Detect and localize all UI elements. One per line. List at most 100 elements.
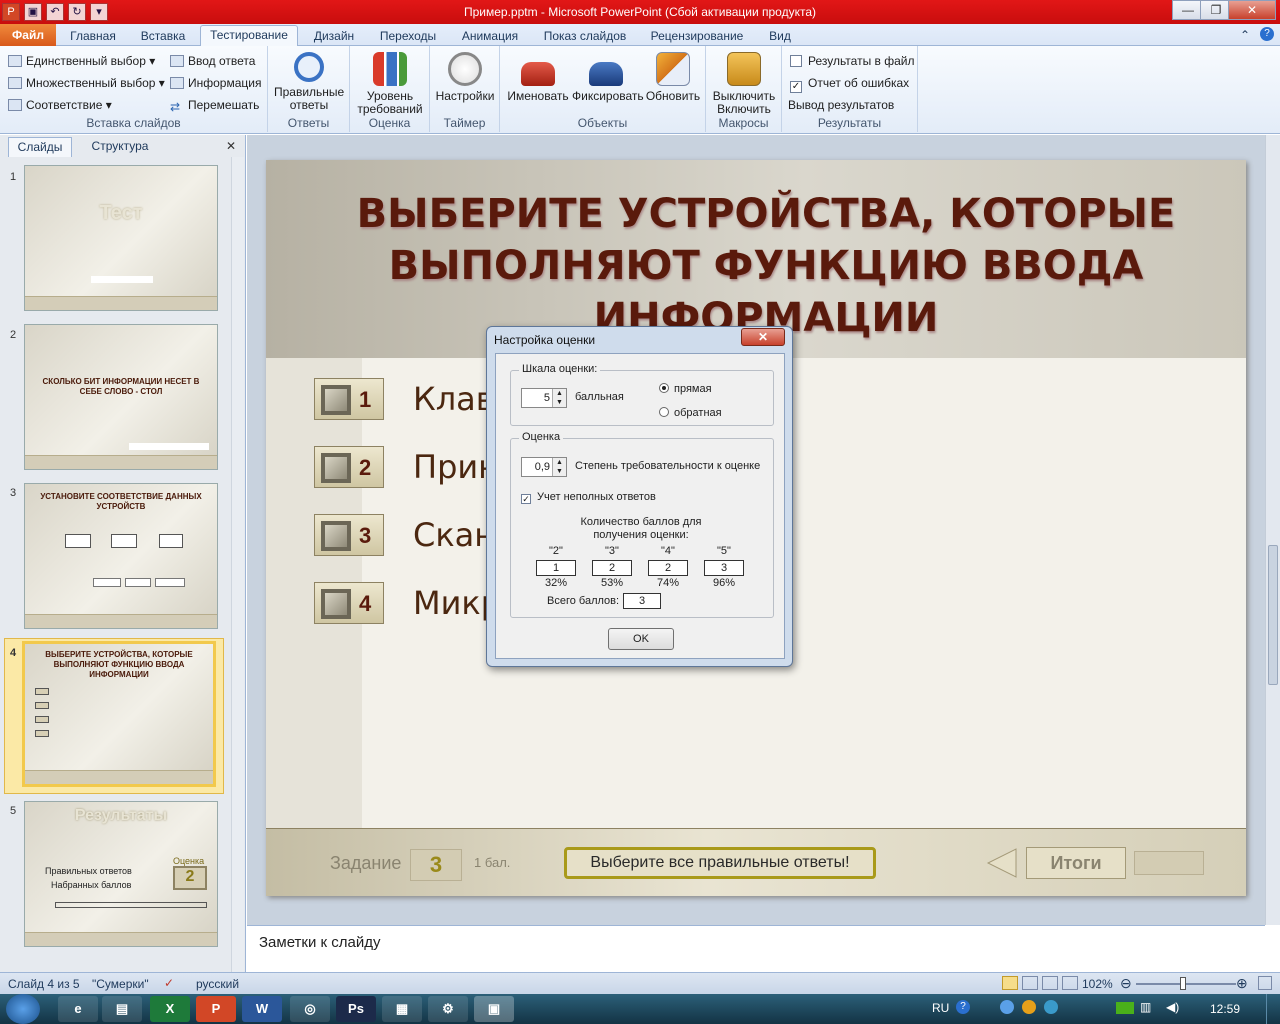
match-box xyxy=(93,578,121,587)
app-icon[interactable]: ◎ xyxy=(290,996,330,1022)
tray-icon[interactable] xyxy=(1044,1000,1058,1014)
spinner-arrows-icon[interactable]: ▲ ▼ xyxy=(552,458,566,476)
powerpoint-taskbar-icon[interactable]: P xyxy=(196,996,236,1022)
strictness-spinner[interactable]: 0,9 ▲ ▼ xyxy=(521,457,567,477)
information-button[interactable]: Информация xyxy=(170,76,261,90)
grade-points-input[interactable]: 2 xyxy=(648,560,688,576)
tab-view[interactable]: Вид xyxy=(760,27,800,46)
timer-settings-button[interactable]: Настройки xyxy=(432,52,498,103)
help-tray-icon[interactable]: ? xyxy=(956,1000,970,1014)
slide-thumbnail-2[interactable]: СКОЛЬКО БИТ ИНФОРМАЦИИ НЕСЕТ В СЕБЕ СЛОВ… xyxy=(24,324,218,470)
zoom-level[interactable]: 102% xyxy=(1082,977,1113,991)
nvidia-icon[interactable] xyxy=(1116,1002,1134,1014)
tab-design[interactable]: Дизайн xyxy=(304,27,364,46)
tab-transitions[interactable]: Переходы xyxy=(372,27,444,46)
close-pane-icon[interactable]: ✕ xyxy=(226,139,236,153)
slide-thumbnail-5[interactable]: Результаты Оценка Правильных ответов Наб… xyxy=(24,801,218,947)
ie-icon[interactable]: e xyxy=(58,996,98,1022)
direct-radio[interactable]: прямая xyxy=(659,383,712,395)
partial-answers-checkbox[interactable]: ✓ Учет неполных ответов xyxy=(521,491,656,504)
match-button[interactable]: Соответствие ▾ xyxy=(8,98,112,112)
results-to-file-checkbox[interactable]: Результаты в файл xyxy=(790,54,915,68)
option-box-4[interactable]: 4 xyxy=(314,582,384,624)
ok-button[interactable]: OK xyxy=(608,628,674,650)
grade-percent: 32% xyxy=(544,577,568,589)
tab-file[interactable]: Файл xyxy=(0,24,56,46)
fit-window-icon[interactable] xyxy=(1258,976,1272,990)
grade-points-input[interactable]: 2 xyxy=(592,560,632,576)
reading-view-icon[interactable] xyxy=(1042,976,1058,990)
language-label[interactable]: русский xyxy=(196,977,239,991)
tab-slideshow[interactable]: Показ слайдов xyxy=(536,27,634,46)
toggle-macros-button[interactable]: Выключить Включить xyxy=(710,52,778,116)
close-window-button[interactable]: ✕ xyxy=(1228,0,1276,20)
explorer-icon[interactable]: ▤ xyxy=(102,996,142,1022)
scroll-thumb[interactable] xyxy=(1268,545,1278,685)
start-button[interactable] xyxy=(6,994,40,1024)
tool-icon[interactable]: ⚙ xyxy=(428,996,468,1022)
slideshow-icon[interactable] xyxy=(1062,976,1078,990)
zoom-slider-thumb[interactable] xyxy=(1180,977,1186,990)
zoom-slider[interactable] xyxy=(1136,983,1236,985)
tab-home[interactable]: Главная xyxy=(62,27,124,46)
clock[interactable]: 12:59 xyxy=(1210,1002,1240,1016)
slide-thumbnail-4[interactable]: ВЫБЕРИТЕ УСТРОЙСТВА, КОТОРЫЕ ВЫПОЛНЯЮТ Ф… xyxy=(22,641,216,787)
multiple-choice-button[interactable]: Множественный выбор ▾ xyxy=(8,76,165,90)
group-label: Вставка слайдов xyxy=(86,116,181,130)
volume-icon[interactable]: ◀) xyxy=(1166,1000,1179,1014)
slides-scrollbar[interactable] xyxy=(231,157,244,972)
dialog-close-button[interactable]: ✕ xyxy=(741,328,785,346)
grade-points-input[interactable]: 3 xyxy=(704,560,744,576)
excel-icon[interactable]: X xyxy=(150,996,190,1022)
input-language[interactable]: RU xyxy=(932,1001,949,1015)
slide-thumbnail-1[interactable]: Тест xyxy=(24,165,218,311)
option-box-1[interactable]: 1 xyxy=(314,378,384,420)
tab-slides[interactable]: Слайды xyxy=(8,137,72,157)
word-icon[interactable]: W xyxy=(242,996,282,1022)
results-button[interactable]: Итоги xyxy=(1026,847,1126,879)
option-box-2[interactable]: 2 xyxy=(314,446,384,488)
active-app-icon[interactable]: ▣ xyxy=(474,996,514,1022)
help-icon[interactable]: ? xyxy=(1260,27,1274,41)
answer-input-button[interactable]: Ввод ответа xyxy=(170,54,255,68)
option-box-3[interactable]: 3 xyxy=(314,514,384,556)
show-desktop-button[interactable] xyxy=(1266,994,1280,1024)
next-button-blank[interactable] xyxy=(1134,851,1204,875)
error-report-checkbox[interactable]: ✓ Отчет об ошибках xyxy=(790,76,909,93)
notes-text[interactable]: Заметки к слайду xyxy=(259,934,381,951)
calculator-icon[interactable]: ▦ xyxy=(382,996,422,1022)
zoom-out-icon[interactable]: ⊖ xyxy=(1120,976,1132,990)
fix-button[interactable]: Фиксировать xyxy=(572,52,644,103)
tab-insert[interactable]: Вставка xyxy=(130,27,196,46)
option-checkbox-icon xyxy=(321,385,351,415)
thumbnail-grade-value: 2 xyxy=(173,866,207,890)
zoom-in-icon[interactable]: ⊕ xyxy=(1236,976,1248,990)
refresh-button[interactable]: Обновить xyxy=(642,52,704,103)
network-icon[interactable]: ▥ xyxy=(1140,1000,1151,1014)
tab-testing[interactable]: Тестирование xyxy=(200,25,298,47)
single-choice-button[interactable]: Единственный выбор ▾ xyxy=(8,54,155,68)
spinner-arrows-icon[interactable]: ▲ ▼ xyxy=(552,389,566,407)
tab-review[interactable]: Рецензирование xyxy=(642,27,752,46)
normal-view-icon[interactable] xyxy=(1002,976,1018,990)
spellcheck-icon[interactable]: ✓ xyxy=(164,976,174,990)
tab-animation[interactable]: Анимация xyxy=(452,27,528,46)
correct-answers-button[interactable]: Правильные ответы xyxy=(274,52,344,112)
tab-outline[interactable]: Структура xyxy=(80,137,160,157)
shuffle-button[interactable]: ⇄ Перемешать xyxy=(170,98,259,114)
editor-scrollbar[interactable] xyxy=(1265,135,1280,925)
prev-arrow-icon[interactable] xyxy=(986,847,1018,879)
notes-pane[interactable]: Заметки к слайду xyxy=(247,925,1265,972)
scale-spinner[interactable]: 5 ▲ ▼ xyxy=(521,388,567,408)
tray-icon[interactable] xyxy=(1022,1000,1036,1014)
photoshop-icon[interactable]: Ps xyxy=(336,996,376,1022)
slide-thumbnail-3[interactable]: УСТАНОВИТЕ СООТВЕТСТВИЕ ДАННЫХ УСТРОЙСТВ xyxy=(24,483,218,629)
reverse-radio[interactable]: обратная xyxy=(659,407,722,419)
grade-points-input[interactable]: 1 xyxy=(536,560,576,576)
results-output-button[interactable]: Вывод результатов xyxy=(788,98,894,112)
slide-sorter-icon[interactable] xyxy=(1022,976,1038,990)
tray-icon[interactable] xyxy=(1000,1000,1014,1014)
minimize-ribbon-icon[interactable]: ⌃ xyxy=(1240,28,1250,42)
requirements-level-button[interactable]: Уровень требований xyxy=(354,52,426,116)
rename-button[interactable]: Именовать xyxy=(506,52,570,103)
